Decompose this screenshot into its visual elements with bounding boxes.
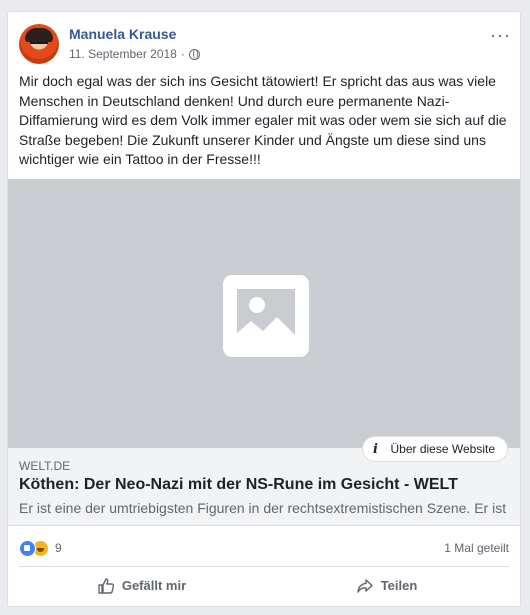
- meta-separator: ·: [180, 47, 185, 61]
- about-website-label: Über diese Website: [390, 442, 496, 456]
- post-card: Manuela Krause 11. September 2018 · ··· …: [7, 11, 521, 607]
- like-button[interactable]: Gefällt mir: [19, 567, 264, 604]
- share-button[interactable]: Teilen: [264, 567, 509, 604]
- author-name[interactable]: Manuela Krause: [69, 26, 176, 42]
- share-count[interactable]: 1 Mal geteilt: [444, 541, 509, 555]
- link-preview[interactable]: i Über diese Website WELT.DE Köthen: Der…: [8, 436, 520, 526]
- link-title[interactable]: Köthen: Der Neo-Nazi mit der NS-Rune im …: [19, 476, 458, 494]
- post-meta: 11. September 2018 ·: [69, 47, 200, 61]
- about-website-button[interactable]: i Über diese Website: [361, 436, 508, 462]
- reaction-icons[interactable]: [19, 540, 49, 557]
- post-text: Mir doch egal was der sich ins Gesicht t…: [19, 73, 507, 167]
- action-bar: Gefällt mir Teilen: [19, 566, 509, 604]
- image-placeholder-icon: [223, 275, 309, 357]
- info-icon: i: [373, 441, 378, 457]
- image-mountain-shape: [237, 317, 295, 343]
- image-sun-shape: [249, 297, 265, 313]
- more-options-icon[interactable]: ···: [490, 26, 511, 44]
- avatar-glasses: [30, 42, 48, 47]
- thumbs-up-icon: [98, 577, 114, 594]
- post-header: Manuela Krause 11. September 2018 · ···: [19, 24, 511, 66]
- image-frame: [237, 289, 295, 343]
- share-label: Teilen: [380, 578, 418, 593]
- like-label: Gefällt mir: [121, 578, 187, 593]
- link-description: Er ist eine der umtriebigsten Figuren in…: [19, 500, 507, 516]
- avatar-hair: [25, 28, 53, 42]
- like-reaction-icon: [19, 540, 36, 557]
- globe-icon[interactable]: [188, 48, 200, 60]
- reactions-bar: 9 1 Mal geteilt: [19, 540, 509, 558]
- link-domain: WELT.DE: [19, 459, 71, 473]
- avatar[interactable]: [19, 24, 59, 64]
- post-date[interactable]: 11. September 2018: [69, 47, 177, 61]
- link-image-placeholder[interactable]: [8, 179, 520, 448]
- reaction-count[interactable]: 9: [55, 541, 62, 555]
- share-arrow-icon: [356, 578, 373, 593]
